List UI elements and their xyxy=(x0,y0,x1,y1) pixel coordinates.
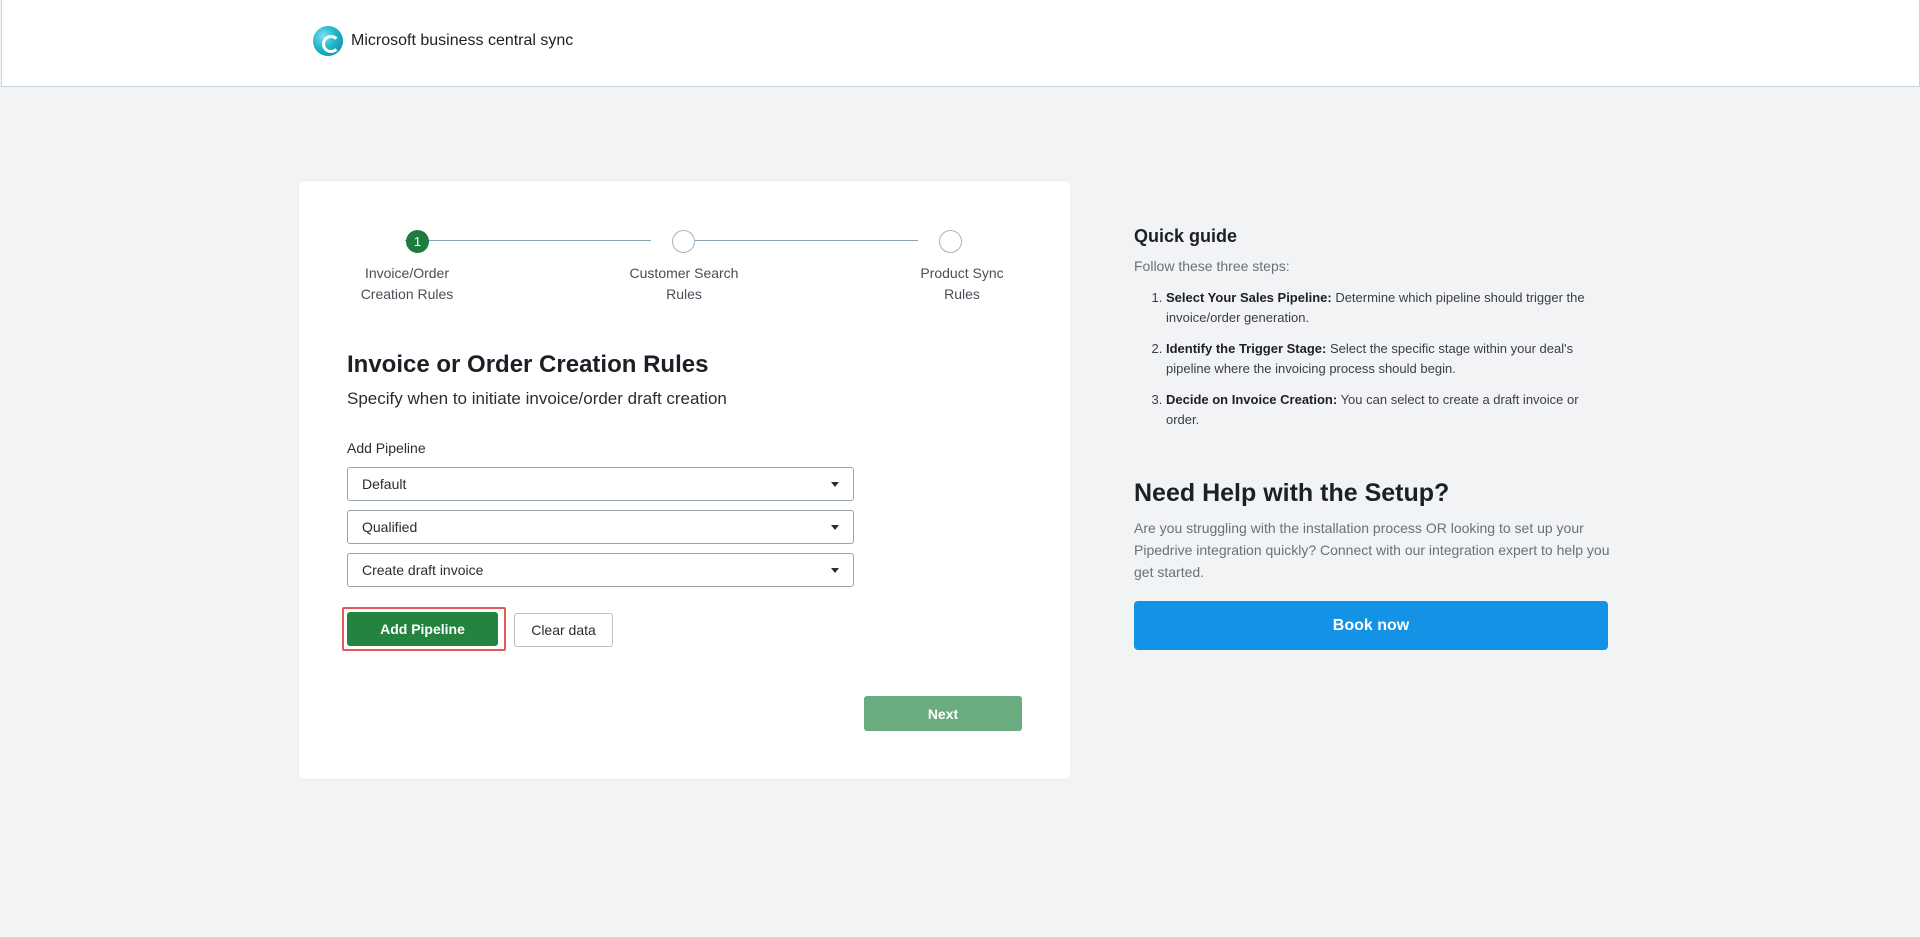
step-3-label-line2: Rules xyxy=(944,286,980,302)
guide-step-heading: Identify the Trigger Stage: xyxy=(1166,341,1327,356)
step-1-label: Invoice/Order Creation Rules xyxy=(337,263,477,305)
step-3-label: Product Sync Rules xyxy=(892,263,1032,305)
add-pipeline-button[interactable]: Add Pipeline xyxy=(347,612,498,646)
brand: Microsoft business central sync xyxy=(313,26,573,56)
quick-guide-steps: Select Your Sales Pipeline: Determine wh… xyxy=(1134,288,1609,430)
action-select-value: Create draft invoice xyxy=(362,562,484,578)
step-1-label-line2: Creation Rules xyxy=(360,286,454,302)
step-1-indicator[interactable]: 1 xyxy=(406,230,429,253)
help-text: Are you struggling with the installation… xyxy=(1134,520,1610,580)
clear-data-button[interactable]: Clear data xyxy=(514,613,613,647)
book-now-button[interactable]: Book now xyxy=(1134,601,1608,650)
action-select[interactable]: Create draft invoice xyxy=(347,553,854,587)
stepper: 1 Invoice/Order Creation Rules Customer … xyxy=(299,181,1070,302)
top-bar: Microsoft business central sync xyxy=(1,0,1920,87)
help-title: Need Help with the Setup? xyxy=(1134,479,1450,507)
setup-card: 1 Invoice/Order Creation Rules Customer … xyxy=(299,181,1070,779)
quick-guide-title: Quick guide xyxy=(1134,226,1238,246)
guide-step-heading: Select Your Sales Pipeline: xyxy=(1166,290,1332,305)
stage-select[interactable]: Qualified xyxy=(347,510,854,544)
app-title: Microsoft business central sync xyxy=(351,32,574,49)
pipeline-select[interactable]: Default xyxy=(347,467,854,501)
quick-guide: Quick guide Follow these three steps: Se… xyxy=(1134,226,1609,441)
caret-down-icon xyxy=(831,568,839,573)
step-3-label-line1: Product Sync xyxy=(920,265,1004,281)
guide-step: Select Your Sales Pipeline: Determine wh… xyxy=(1166,288,1609,328)
step-1-label-line1: Invoice/Order xyxy=(364,265,450,281)
step-2-indicator[interactable] xyxy=(672,230,695,253)
step-2-label-line1: Customer Search xyxy=(629,265,739,281)
form-subtitle: Specify when to initiate invoice/order d… xyxy=(347,389,727,408)
next-button[interactable]: Next xyxy=(864,696,1022,731)
caret-down-icon xyxy=(831,482,839,487)
add-pipeline-label: Add Pipeline xyxy=(347,440,426,456)
guide-step: Identify the Trigger Stage: Select the s… xyxy=(1166,339,1609,379)
form-title: Invoice or Order Creation Rules xyxy=(347,351,709,378)
step-2-label-line2: Rules xyxy=(666,286,702,302)
pipeline-select-value: Default xyxy=(362,476,407,492)
stage-select-value: Qualified xyxy=(362,519,418,535)
business-central-logo-icon xyxy=(313,26,343,56)
guide-step-heading: Decide on Invoice Creation: xyxy=(1166,392,1338,407)
step-connector xyxy=(674,240,918,241)
step-2-label: Customer Search Rules xyxy=(614,263,754,305)
step-connector xyxy=(405,240,651,241)
guide-step: Decide on Invoice Creation: You can sele… xyxy=(1166,390,1609,430)
step-3-indicator[interactable] xyxy=(939,230,962,253)
quick-guide-intro: Follow these three steps: xyxy=(1134,258,1290,274)
caret-down-icon xyxy=(831,525,839,530)
